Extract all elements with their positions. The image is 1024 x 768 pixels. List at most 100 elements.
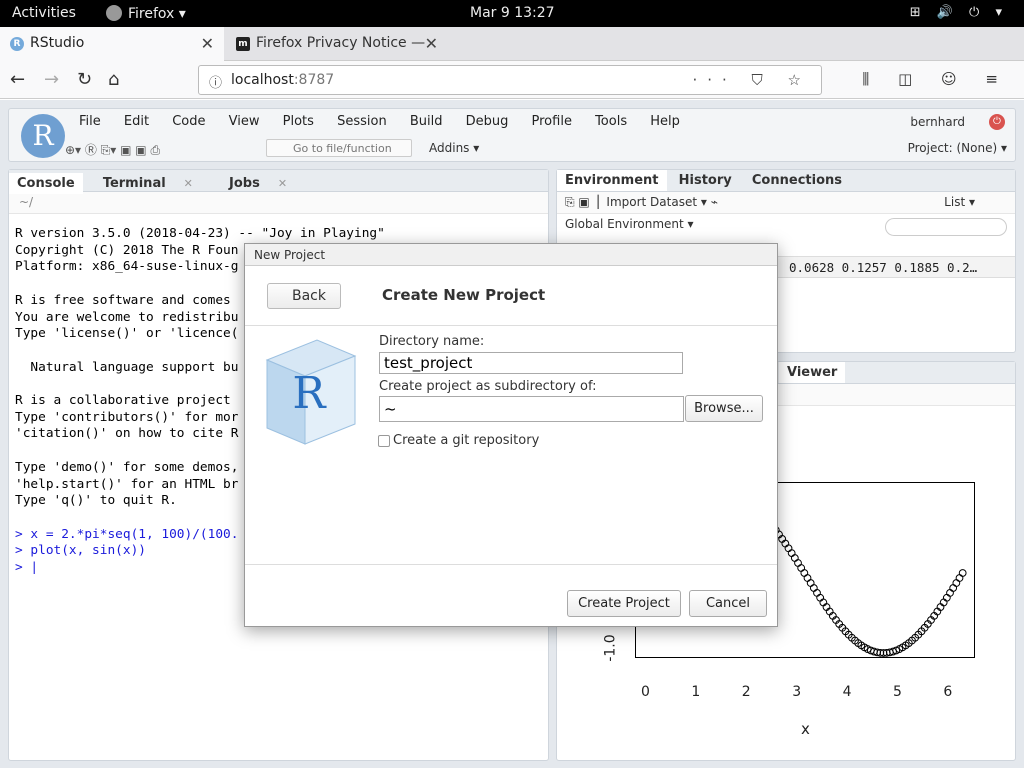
project-menu[interactable]: Project: (None) ▾ bbox=[908, 141, 1007, 155]
svg-text:R: R bbox=[292, 368, 327, 419]
menu-session[interactable]: Session bbox=[337, 114, 387, 129]
console-line: R version 3.5.0 (2018-04-23) -- "Joy in … bbox=[15, 226, 385, 241]
firefox-icon bbox=[106, 5, 122, 21]
main-toolbar-icons[interactable]: ⊕▾ Ⓡ ⎘▾ ▣ ▣ ⎙ bbox=[65, 141, 160, 159]
r-logo-icon: R bbox=[21, 114, 65, 158]
back-button[interactable]: Back bbox=[267, 283, 341, 309]
plot-point bbox=[806, 579, 815, 587]
menu-code[interactable]: Code bbox=[172, 114, 205, 129]
home-icon[interactable]: ⌂ bbox=[108, 69, 119, 90]
x-tick-label: 5 bbox=[893, 684, 902, 700]
dialog-divider bbox=[245, 564, 777, 565]
x-tick-label: 0 bbox=[641, 684, 650, 700]
x-tick-label: 3 bbox=[792, 684, 802, 700]
plot-point bbox=[949, 584, 958, 592]
page-actions[interactable]: ··· ⛉ ☆ bbox=[692, 71, 811, 89]
info-icon[interactable]: ⓘ bbox=[209, 72, 222, 91]
mozilla-favicon-icon: m bbox=[236, 37, 250, 51]
tab-viewer[interactable]: Viewer bbox=[779, 362, 846, 383]
tab-jobs[interactable]: Jobs ✕ bbox=[213, 170, 303, 197]
import-dataset-button[interactable]: Import Dataset ▾ bbox=[606, 195, 706, 209]
plot-point bbox=[813, 588, 821, 597]
tab-history[interactable]: History bbox=[671, 170, 740, 191]
activities-button[interactable]: Activities bbox=[12, 5, 76, 21]
reload-icon[interactable]: ↻ bbox=[77, 69, 92, 90]
create-project-button[interactable]: Create Project bbox=[567, 590, 681, 617]
menu-help[interactable]: Help bbox=[650, 114, 680, 129]
plot-point bbox=[803, 574, 812, 582]
cancel-button[interactable]: Cancel bbox=[689, 590, 767, 617]
browser-tab-strip: R RStudio ✕ m Firefox Privacy Notice — ✕… bbox=[0, 27, 1024, 81]
plot-point bbox=[942, 593, 951, 602]
menu-profile[interactable]: Profile bbox=[532, 114, 572, 129]
tab-console[interactable]: Console bbox=[9, 173, 83, 194]
close-icon[interactable]: ✕ bbox=[201, 34, 214, 53]
dialog-header: Back Create New Project bbox=[245, 266, 777, 326]
directory-name-input[interactable]: test_project bbox=[379, 352, 683, 374]
menu-plots[interactable]: Plots bbox=[283, 114, 314, 129]
plot-point bbox=[952, 579, 961, 587]
menu-tools[interactable]: Tools bbox=[595, 114, 627, 129]
clock[interactable]: Mar 9 13:27 bbox=[470, 5, 555, 21]
plot-point bbox=[946, 588, 954, 597]
subdirectory-input[interactable]: ~ bbox=[379, 396, 684, 422]
plot-point bbox=[809, 584, 818, 592]
y-tick-label: -1.0 bbox=[602, 634, 619, 662]
rstudio-favicon-icon: R bbox=[10, 37, 24, 51]
tab-title: RStudio bbox=[30, 35, 85, 51]
menu-file[interactable]: File bbox=[79, 114, 101, 129]
x-tick-label: 4 bbox=[842, 684, 852, 700]
menu-debug[interactable]: Debug bbox=[466, 114, 509, 129]
close-icon[interactable]: ✕ bbox=[425, 34, 438, 53]
plot-point bbox=[797, 564, 806, 572]
power-icon[interactable]: ⏻ bbox=[989, 114, 1005, 130]
plot-point bbox=[800, 569, 809, 577]
tab-connections[interactable]: Connections bbox=[744, 170, 850, 191]
menu-edit[interactable]: Edit bbox=[124, 114, 149, 129]
forward-arrow-icon[interactable]: → bbox=[44, 69, 59, 90]
plot-point bbox=[787, 549, 796, 558]
navigation-toolbar: ← → ↻ ⌂ ⓘ localhost:8787 ··· ⛉ ☆ ⫼ ◫ ☺ ≡ bbox=[0, 61, 1024, 99]
addins-menu[interactable]: Addins ▾ bbox=[429, 141, 479, 155]
tab-title: Firefox Privacy Notice — bbox=[256, 35, 426, 51]
tab-rstudio[interactable]: R RStudio ✕ bbox=[0, 27, 224, 61]
go-to-file-input[interactable]: Go to file/function bbox=[266, 139, 412, 157]
plot-point bbox=[794, 559, 802, 567]
url-text[interactable]: localhost:8787 bbox=[231, 72, 334, 88]
plot-point bbox=[816, 593, 825, 602]
tab-environment[interactable]: Environment bbox=[557, 170, 667, 191]
broom-icon[interactable]: ⌁ bbox=[711, 195, 718, 209]
environment-tabs: Environment History Connections bbox=[557, 170, 1015, 192]
user-name: bernhard bbox=[910, 115, 965, 129]
git-repository-checkbox[interactable] bbox=[378, 435, 390, 447]
tab-privacy-notice[interactable]: m Firefox Privacy Notice — ✕ bbox=[226, 27, 448, 61]
dialog-heading: Create New Project bbox=[382, 286, 546, 304]
subdirectory-label: Create project as subdirectory of: bbox=[379, 379, 597, 394]
plot-point bbox=[955, 574, 964, 582]
menu-view[interactable]: View bbox=[229, 114, 260, 129]
load-icon[interactable]: ⎘ ▣ ⎪ bbox=[565, 195, 603, 209]
environment-search-input[interactable] bbox=[885, 218, 1007, 236]
r-cube-icon: R bbox=[265, 339, 357, 445]
main-menu: File Edit Code View Plots Session Build … bbox=[79, 114, 699, 129]
browse-button[interactable]: Browse... bbox=[685, 395, 763, 422]
dialog-title: New Project bbox=[245, 244, 777, 266]
rstudio-menubar: R File Edit Code View Plots Session Buil… bbox=[8, 108, 1016, 162]
back-arrow-icon[interactable]: ← bbox=[10, 69, 25, 90]
tab-terminal[interactable]: Terminal ✕ bbox=[87, 170, 209, 197]
system-tray[interactable]: ⊞ 🔊 ⏻ ▾ bbox=[910, 5, 1008, 20]
x-tick-label: 2 bbox=[741, 684, 751, 700]
url-bar[interactable]: ⓘ localhost:8787 ··· ⛉ ☆ bbox=[198, 65, 822, 95]
plot-point bbox=[958, 569, 967, 577]
plot-point bbox=[784, 544, 793, 553]
list-view-menu[interactable]: List ▾ bbox=[944, 195, 975, 209]
gnome-top-bar: Activities Firefox ▾ Mar 9 13:27 ⊞ 🔊 ⏻ ▾ bbox=[0, 0, 1024, 27]
x-tick-label: 1 bbox=[691, 684, 701, 700]
app-menu[interactable]: Firefox ▾ bbox=[106, 5, 186, 22]
x-tick-label: 6 bbox=[943, 684, 953, 700]
git-repository-label: Create a git repository bbox=[393, 433, 540, 448]
menu-build[interactable]: Build bbox=[410, 114, 443, 129]
plot-point bbox=[790, 554, 799, 562]
console-tabs: Console Terminal ✕ Jobs ✕ bbox=[9, 170, 548, 194]
toolbar-right-icons[interactable]: ⫼ ◫ ☺ ≡ bbox=[862, 70, 1010, 88]
